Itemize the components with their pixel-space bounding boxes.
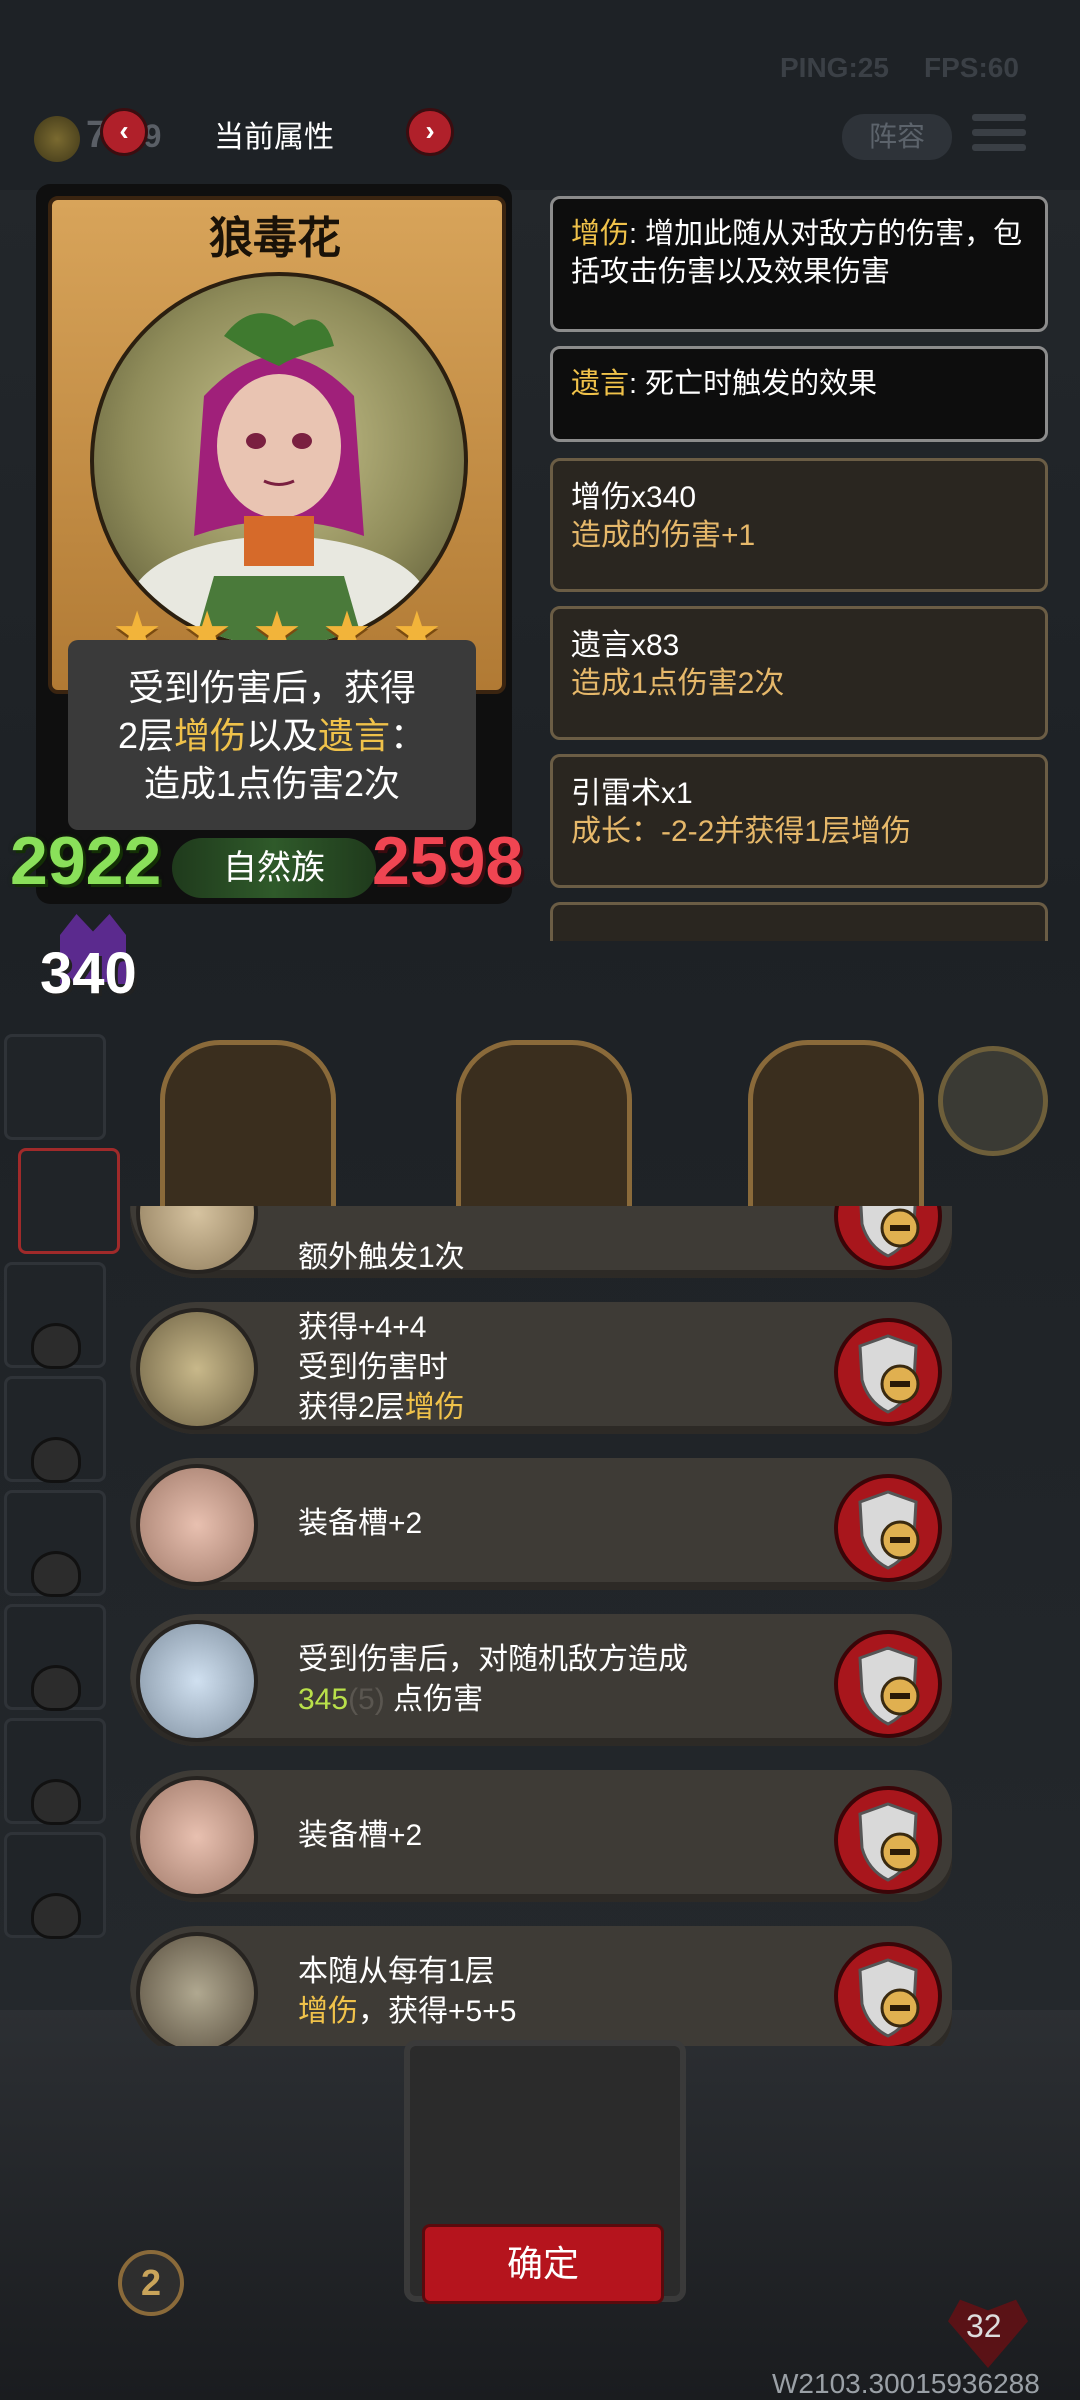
menu-icon[interactable] bbox=[972, 114, 1026, 158]
remove-shield-button[interactable] bbox=[834, 1206, 942, 1270]
effect-text: 装备槽+2 bbox=[298, 1819, 423, 1852]
remove-shield-button[interactable] bbox=[834, 1318, 942, 1426]
tribe-badge: 自然族 bbox=[172, 838, 376, 898]
skull-icon bbox=[31, 1323, 81, 1369]
confirm-button[interactable]: 确定 bbox=[422, 2224, 664, 2304]
prev-arrow-button[interactable]: ‹ bbox=[100, 108, 148, 156]
effect-icon bbox=[136, 1776, 258, 1898]
effect-row: 获得+4+4 受到伤害时 获得2层增伤 bbox=[130, 1302, 952, 1434]
effect-icon bbox=[136, 1464, 258, 1586]
skull-icon bbox=[31, 1779, 81, 1825]
top-bar-bg bbox=[0, 0, 1080, 190]
effect-row: 本随从每有1层 增伤，获得+5+5 bbox=[130, 1926, 952, 2046]
remove-shield-button[interactable] bbox=[834, 1474, 942, 1582]
stat-item: 增伤x340 造成的伤害+1 bbox=[550, 458, 1048, 592]
roster-slot[interactable] bbox=[4, 1490, 106, 1597]
lineup-button[interactable]: 阵容 bbox=[842, 114, 952, 160]
remove-shield-button[interactable] bbox=[834, 1630, 942, 1738]
stat-item: 遗言x83 造成1点伤害2次 bbox=[550, 606, 1048, 740]
hammer-icon[interactable] bbox=[938, 1046, 1048, 1156]
roster-slot[interactable] bbox=[4, 1376, 106, 1483]
health-value: 2598 bbox=[372, 823, 524, 899]
remove-shield-button[interactable] bbox=[834, 1786, 942, 1894]
roster-slot[interactable] bbox=[4, 1262, 106, 1369]
effect-row: 装备槽+2 bbox=[130, 1770, 952, 1902]
board-unit-card[interactable] bbox=[748, 1040, 924, 1230]
roster-slot[interactable] bbox=[4, 1034, 106, 1140]
buff-count: 340 bbox=[40, 941, 137, 1006]
board-unit-card[interactable] bbox=[160, 1040, 336, 1230]
effect-text: 获得+4+4 受到伤害时 获得2层增伤 bbox=[298, 1311, 465, 1424]
attack-value: 2922 bbox=[10, 823, 162, 899]
heart-value: 32 bbox=[966, 2308, 1002, 2344]
watermark: W2103.30015936288 bbox=[772, 2368, 1040, 2399]
stat-item-partial bbox=[550, 902, 1048, 941]
effect-icon bbox=[136, 1206, 258, 1274]
unit-portrait bbox=[90, 272, 468, 650]
effect-text: 受到伤害后，对随机敌方造成 345(5) 点伤害 bbox=[298, 1643, 688, 1716]
skull-icon bbox=[31, 1437, 81, 1483]
effect-row: 受到伤害后，对随机敌方造成 345(5) 点伤害 bbox=[130, 1614, 952, 1746]
desc-line-3: 造成1点伤害2次 bbox=[143, 763, 401, 804]
effect-row: 装备槽+2 bbox=[130, 1458, 952, 1590]
desc-line-2: 2层增伤以及遗言： bbox=[117, 715, 427, 756]
effect-text: 额外触发1次 bbox=[298, 1241, 465, 1274]
keyword-info-damage: 增伤: 增加此随从对敌方的伤害，包括攻击伤害以及效果伤害 bbox=[550, 196, 1048, 332]
skull-icon bbox=[31, 1893, 81, 1939]
skull-icon bbox=[31, 1551, 81, 1597]
effect-text: 装备槽+2 bbox=[298, 1507, 423, 1540]
count-badge: 2 bbox=[118, 2250, 184, 2316]
fps-label: FPS:60 bbox=[924, 52, 1019, 83]
roster-slot[interactable] bbox=[4, 1604, 106, 1711]
effect-icon bbox=[136, 1308, 258, 1430]
card-description: 受到伤害后，获得 2层增伤以及遗言： 造成1点伤害2次 bbox=[68, 640, 476, 830]
next-arrow-button[interactable]: › bbox=[406, 108, 454, 156]
roster-slot-selected[interactable] bbox=[18, 1148, 120, 1254]
panel-title: 当前属性 bbox=[214, 121, 334, 154]
desc-line-1: 受到伤害后，获得 bbox=[127, 667, 416, 708]
coin-icon bbox=[34, 116, 80, 162]
skull-icon bbox=[31, 1665, 81, 1711]
effect-text: 本随从每有1层 增伤，获得+5+5 bbox=[298, 1955, 517, 2028]
effect-icon bbox=[136, 1620, 258, 1742]
remove-shield-button[interactable] bbox=[834, 1942, 942, 2046]
ping-label: PING:25 bbox=[780, 52, 889, 83]
effect-icon bbox=[136, 1932, 258, 2046]
card-name: 狼毒花 bbox=[209, 214, 341, 263]
effect-row: 额外触发1次 bbox=[130, 1206, 952, 1278]
stat-item: 引雷术x1 成长：-2-2并获得1层增伤 bbox=[550, 754, 1048, 888]
keyword-info-deathrattle: 遗言: 死亡时触发的效果 bbox=[550, 346, 1048, 442]
board-unit-card[interactable] bbox=[456, 1040, 632, 1230]
roster-slot[interactable] bbox=[4, 1718, 106, 1825]
effects-list[interactable]: 额外触发1次 获得+4+4 受到伤害时 获得2层增伤 装备槽+2 受到伤害后，对… bbox=[120, 1206, 960, 2046]
roster-slot[interactable] bbox=[4, 1832, 106, 1939]
